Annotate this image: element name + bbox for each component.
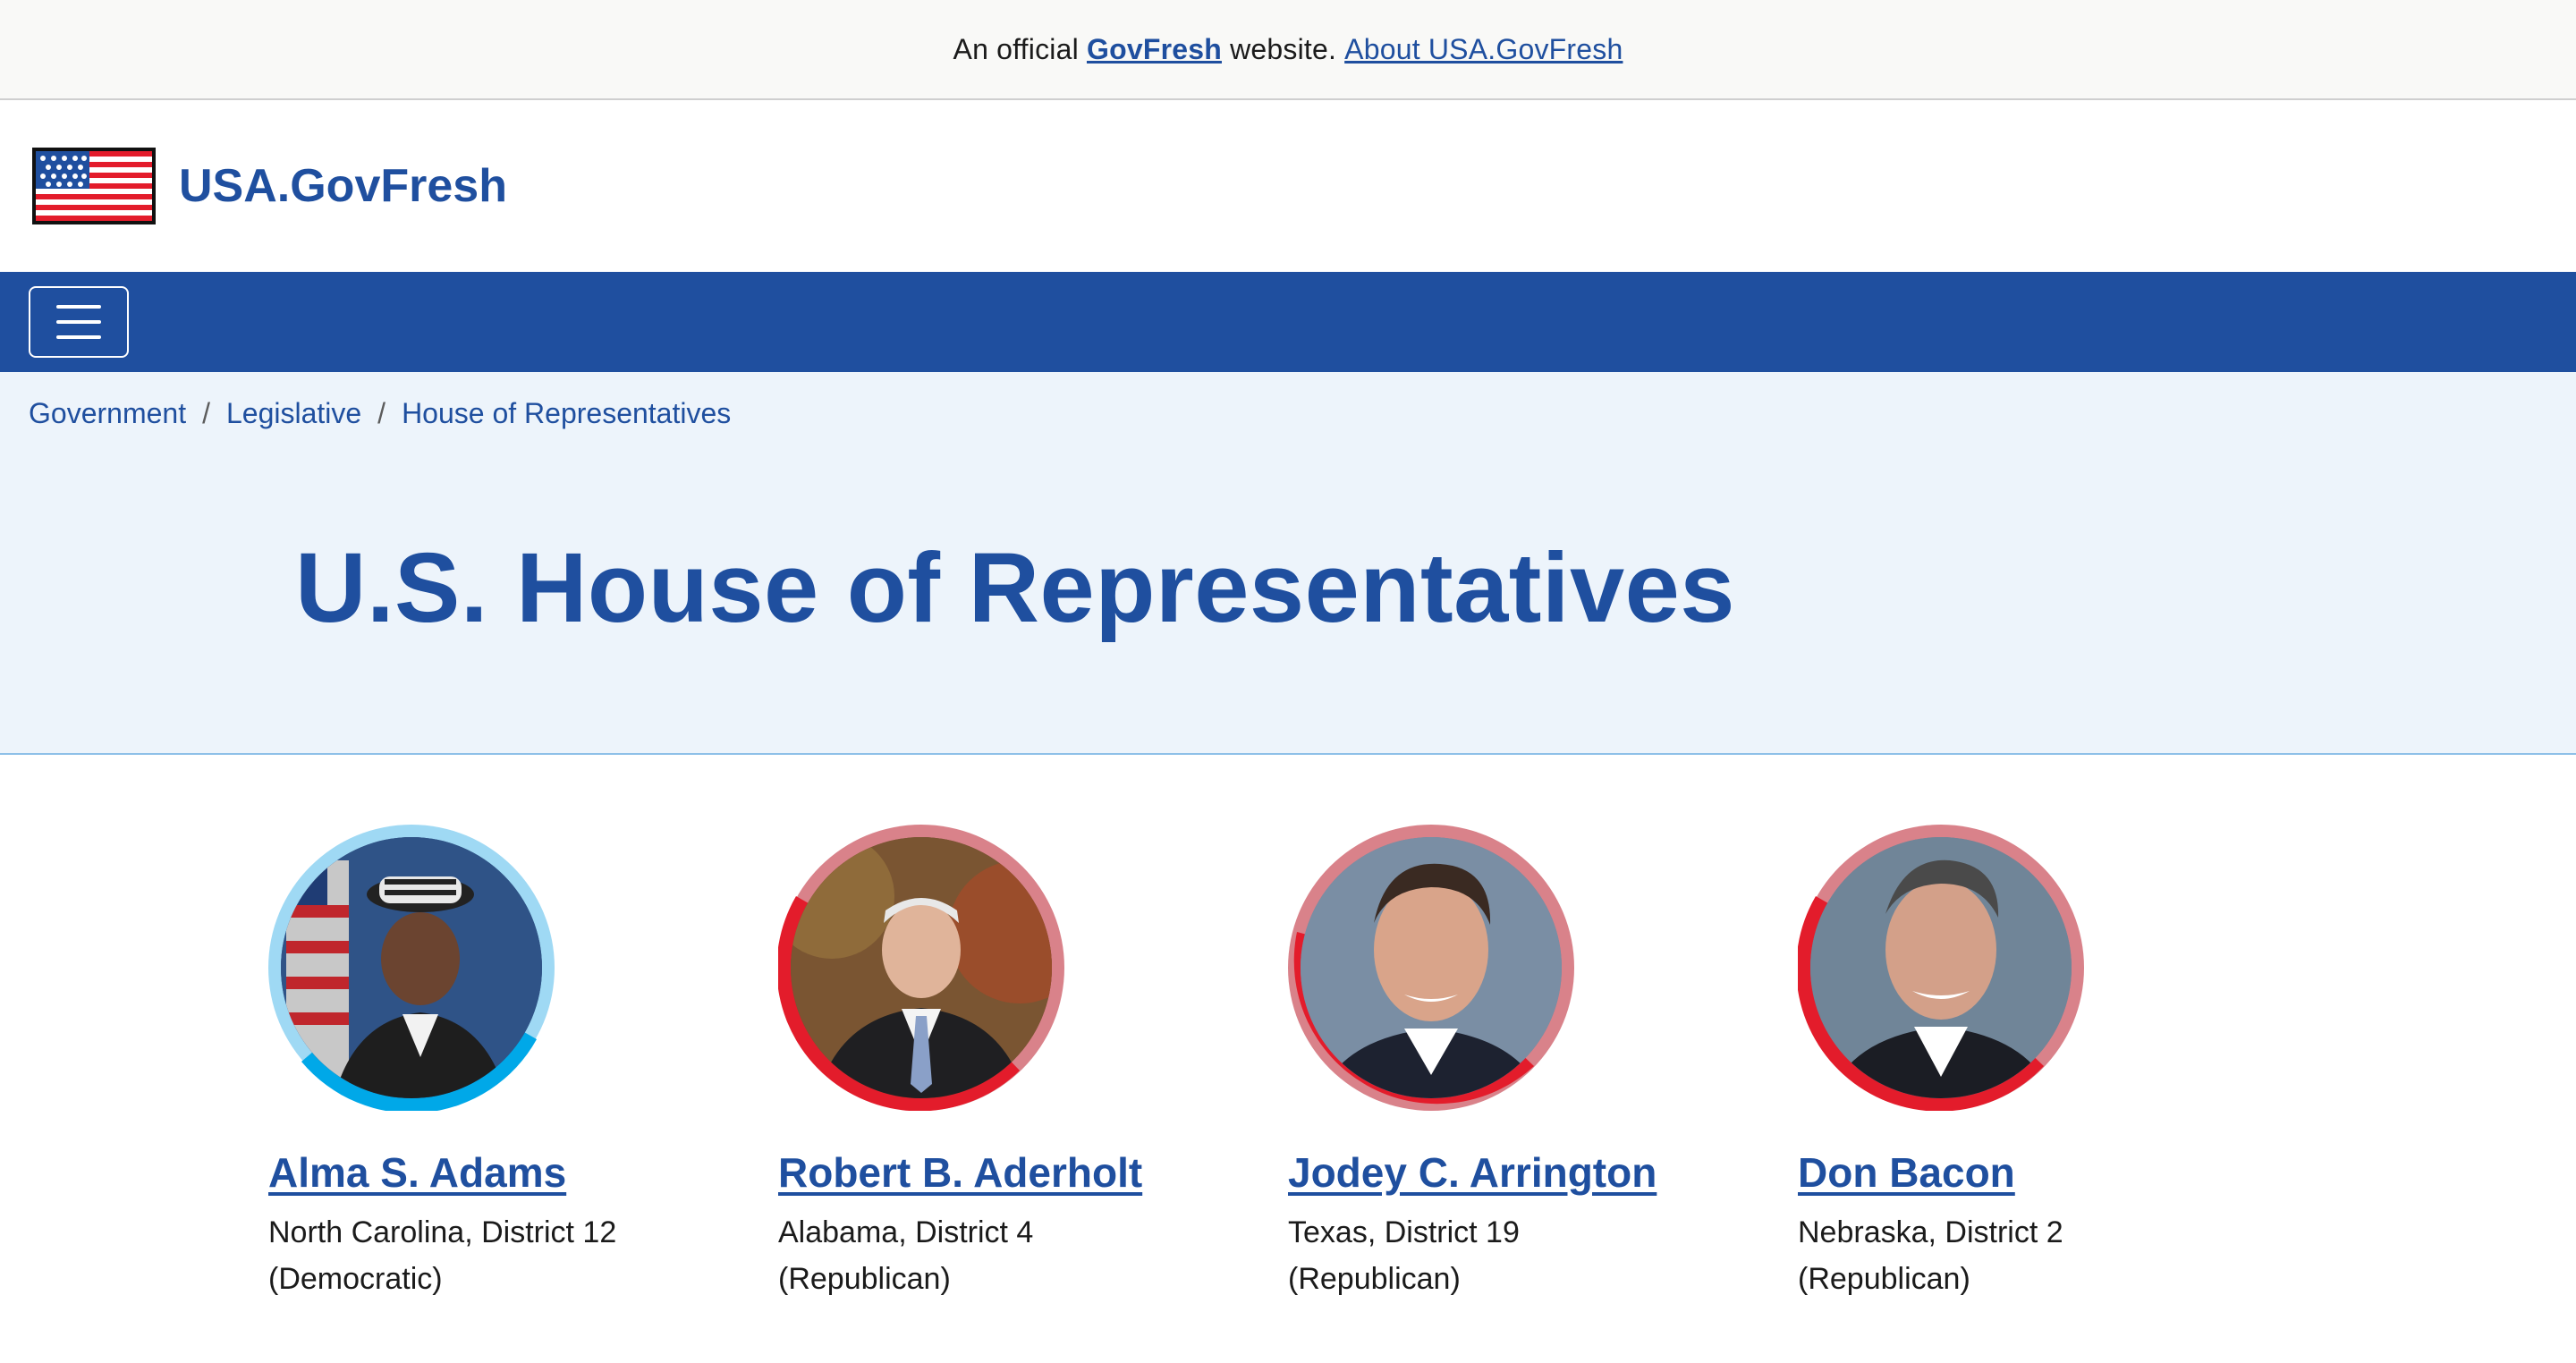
member-card: Robert B. Aderholt Alabama, District 4 (…	[778, 825, 1243, 1302]
member-name-link[interactable]: Robert B. Aderholt	[778, 1148, 1142, 1197]
site-title: USA.GovFresh	[179, 160, 507, 212]
site-header: USA.GovFresh	[0, 100, 2576, 272]
page-hero: Government / Legislative / House of Repr…	[0, 372, 2576, 755]
banner-brand-link[interactable]: GovFresh	[1087, 33, 1222, 66]
menu-button[interactable]	[29, 286, 129, 358]
member-district: Texas, District 19 (Republican)	[1288, 1215, 1520, 1296]
site-logo-link[interactable]: USA.GovFresh	[32, 148, 507, 224]
main-nav	[0, 272, 2576, 372]
member-photo[interactable]	[268, 825, 555, 1111]
member-photo-image	[1798, 825, 2084, 1111]
member-card: Jodey C. Arrington Texas, District 19 (R…	[1288, 825, 1753, 1302]
member-photo-image	[778, 825, 1064, 1111]
about-link[interactable]: About USA.GovFresh	[1344, 33, 1623, 66]
breadcrumb-legislative[interactable]: Legislative	[226, 397, 361, 430]
breadcrumb: Government / Legislative / House of Repr…	[29, 397, 731, 430]
member-district: North Carolina, District 12 (Democratic)	[268, 1215, 617, 1296]
member-photo-image	[1288, 825, 1574, 1111]
breadcrumb-separator: /	[377, 397, 386, 429]
member-photo[interactable]	[1798, 825, 2084, 1111]
member-name-link[interactable]: Don Bacon	[1798, 1148, 2015, 1197]
breadcrumb-government[interactable]: Government	[29, 397, 186, 430]
member-card: Alma S. Adams North Carolina, District 1…	[268, 825, 733, 1302]
member-district: Alabama, District 4 (Republican)	[778, 1215, 1034, 1296]
official-banner: An official GovFresh website. About USA.…	[0, 0, 2576, 100]
page-title: U.S. House of Representatives	[295, 533, 1735, 643]
banner-prefix: An official	[953, 32, 1079, 65]
member-name-link[interactable]: Alma S. Adams	[268, 1148, 566, 1197]
hamburger-menu-icon	[56, 305, 101, 309]
member-name-link[interactable]: Jodey C. Arrington	[1288, 1148, 1657, 1197]
breadcrumb-house[interactable]: House of Representatives	[402, 397, 731, 430]
member-card: Don Bacon Nebraska, District 2 (Republic…	[1798, 825, 2263, 1302]
breadcrumb-separator: /	[202, 397, 210, 429]
member-photo[interactable]	[778, 825, 1064, 1111]
member-photo[interactable]	[1288, 825, 1574, 1111]
us-flag-icon	[32, 148, 156, 224]
members-grid: Alma S. Adams North Carolina, District 1…	[0, 755, 2576, 1363]
member-photo-image	[268, 825, 555, 1111]
member-district: Nebraska, District 2 (Republican)	[1798, 1215, 2063, 1296]
banner-suffix: website.	[1230, 32, 1337, 65]
